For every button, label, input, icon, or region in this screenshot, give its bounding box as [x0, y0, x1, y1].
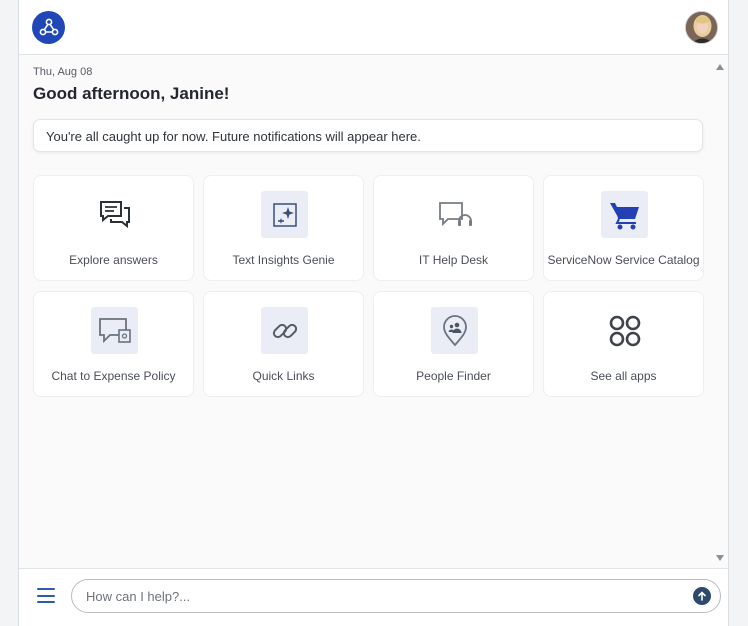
tile-see-all-apps[interactable]: See all apps: [543, 291, 704, 397]
tile-label: Chat to Expense Policy: [51, 369, 176, 383]
user-avatar[interactable]: [685, 11, 718, 44]
shopping-cart-icon: [601, 191, 648, 238]
chat-document-icon: [91, 307, 138, 354]
scroll-up-arrow-icon[interactable]: [716, 64, 724, 70]
tile-it-help-desk[interactable]: IT Help Desk: [373, 175, 534, 281]
notification-text: You're all caught up for now. Future not…: [46, 129, 421, 144]
headset-chat-icon: [431, 191, 478, 238]
tile-chat-to-expense-policy[interactable]: Chat to Expense Policy: [33, 291, 194, 397]
home-panel: Thu, Aug 08 Good afternoon, Janine! You'…: [19, 56, 728, 568]
tile-text-insights-genie[interactable]: Text Insights Genie: [203, 175, 364, 281]
tile-label: Quick Links: [252, 369, 315, 383]
tile-label: IT Help Desk: [418, 253, 489, 267]
composer-bar: [19, 568, 728, 626]
sparkle-document-icon: [261, 191, 308, 238]
network-hub-icon[interactable]: [32, 11, 65, 44]
notification-card: You're all caught up for now. Future not…: [33, 119, 703, 152]
chat-bubbles-icon: [91, 191, 138, 238]
chat-input[interactable]: [71, 579, 721, 613]
app-frame: Thu, Aug 08 Good afternoon, Janine! You'…: [18, 0, 729, 626]
tile-quick-links[interactable]: Quick Links: [203, 291, 364, 397]
tile-label: Explore answers: [69, 253, 158, 267]
tile-label: People Finder: [416, 369, 491, 383]
top-bar: [19, 0, 728, 55]
tile-people-finder[interactable]: People Finder: [373, 291, 534, 397]
people-pin-icon: [431, 307, 478, 354]
scroll-down-arrow-icon[interactable]: [716, 555, 724, 561]
tile-label: Text Insights Genie: [232, 253, 335, 267]
send-arrow-icon[interactable]: [693, 587, 711, 605]
hamburger-menu-icon[interactable]: [37, 588, 55, 603]
app-tiles-grid: Explore answers Text Insights Genie IT H…: [33, 175, 705, 397]
tile-servicenow-service-catalog[interactable]: ServiceNow Service Catalog: [543, 175, 704, 281]
current-date: Thu, Aug 08: [33, 66, 93, 78]
tile-label: See all apps: [590, 369, 657, 383]
tile-label: ServiceNow Service Catalog: [547, 253, 700, 267]
link-icon: [261, 307, 308, 354]
apps-grid-icon: [601, 307, 648, 354]
greeting-heading: Good afternoon, Janine!: [33, 84, 230, 103]
tile-explore-answers[interactable]: Explore answers: [33, 175, 194, 281]
